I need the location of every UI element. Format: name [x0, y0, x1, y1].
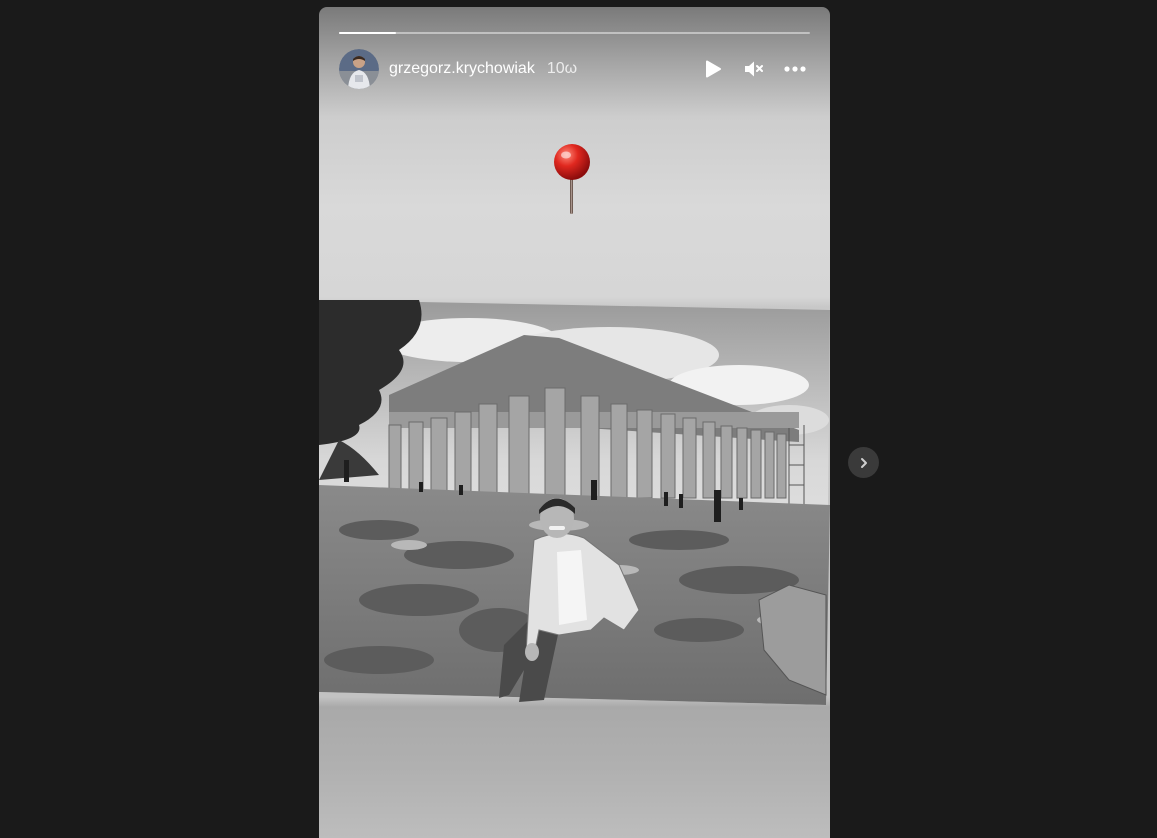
story-progress-fill	[339, 32, 396, 34]
story-photo	[319, 300, 830, 705]
user-avatar[interactable]	[339, 49, 379, 89]
more-horizontal-icon	[784, 66, 806, 72]
story-controls	[698, 54, 810, 84]
username-link[interactable]: grzegorz.krychowiak	[389, 60, 535, 78]
story-progress-bar	[339, 32, 810, 34]
pushpin-sticker	[551, 140, 593, 220]
parthenon-photo	[319, 300, 830, 705]
play-button[interactable]	[698, 54, 728, 84]
post-timestamp: 10ω	[546, 60, 578, 77]
more-options-button[interactable]	[780, 54, 810, 84]
muted-speaker-icon	[745, 61, 763, 77]
story-viewer: grzegorz.krychowiak 10ω	[0, 0, 1157, 838]
story-frame[interactable]: grzegorz.krychowiak 10ω	[319, 7, 830, 838]
chevron-right-icon	[860, 457, 867, 468]
pushpin-icon	[554, 144, 590, 214]
story-header: grzegorz.krychowiak 10ω	[339, 49, 810, 89]
avatar-image	[339, 49, 379, 89]
play-icon	[706, 60, 721, 78]
next-story-button[interactable]	[848, 447, 879, 478]
mute-button[interactable]	[739, 54, 769, 84]
